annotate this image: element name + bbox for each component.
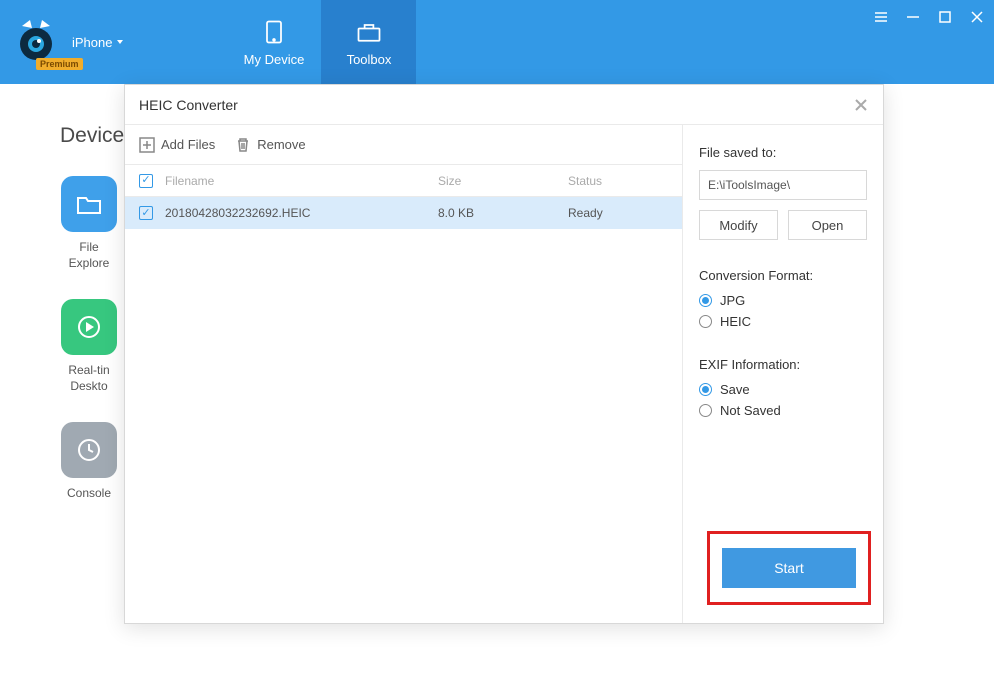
- option-label: HEIC: [720, 314, 751, 329]
- play-icon: [75, 313, 103, 341]
- radio-icon: [699, 404, 712, 417]
- trash-icon: [235, 137, 251, 153]
- settings-panel: File saved to: Modify Open Conversion Fo…: [683, 125, 883, 623]
- saved-to-label: File saved to:: [699, 145, 867, 160]
- column-filename[interactable]: Filename: [165, 174, 438, 188]
- chevron-down-icon: [116, 38, 124, 46]
- select-all-checkbox[interactable]: [139, 174, 153, 188]
- file-list-panel: Add Files Remove Filename Size Status 20…: [125, 125, 683, 623]
- logo-area: Premium iPhone: [0, 0, 136, 84]
- heic-converter-dialog: HEIC Converter Add Files Remove Filename…: [124, 84, 884, 624]
- maximize-icon[interactable]: [936, 8, 954, 26]
- plus-square-icon: [139, 137, 155, 153]
- add-files-button[interactable]: Add Files: [139, 137, 215, 153]
- minimize-icon[interactable]: [904, 8, 922, 26]
- dialog-titlebar: HEIC Converter: [125, 85, 883, 125]
- cell-filename: 20180428032232692.HEIC: [165, 206, 438, 220]
- tab-my-device[interactable]: My Device: [226, 0, 321, 84]
- cell-status: Ready: [568, 206, 668, 220]
- close-icon: [853, 97, 869, 113]
- tool-label: File Explore: [69, 240, 110, 271]
- folder-icon: [75, 190, 103, 218]
- tool-console[interactable]: Console: [60, 422, 118, 502]
- remove-label: Remove: [257, 137, 305, 152]
- radio-icon: [699, 383, 712, 396]
- table-row[interactable]: 20180428032232692.HEIC 8.0 KB Ready: [125, 197, 682, 229]
- exif-option-not-saved[interactable]: Not Saved: [699, 403, 867, 418]
- tool-file-explorer[interactable]: File Explore: [60, 176, 118, 271]
- device-selector[interactable]: iPhone: [72, 35, 124, 50]
- format-option-jpg[interactable]: JPG: [699, 293, 867, 308]
- format-option-heic[interactable]: HEIC: [699, 314, 867, 329]
- exif-section: EXIF Information: Save Not Saved: [699, 357, 867, 418]
- option-label: Save: [720, 382, 750, 397]
- toolbox-icon: [355, 18, 383, 46]
- app-header: Premium iPhone My Device Toolbox: [0, 0, 994, 84]
- save-path-input[interactable]: [699, 170, 867, 200]
- tab-label: My Device: [244, 52, 305, 67]
- dialog-title: HEIC Converter: [139, 97, 238, 113]
- radio-icon: [699, 315, 712, 328]
- tool-realtime-desktop[interactable]: Real-tin Deskto: [60, 299, 118, 394]
- remove-button[interactable]: Remove: [235, 137, 305, 153]
- clock-icon: [75, 436, 103, 464]
- modify-button[interactable]: Modify: [699, 210, 778, 240]
- device-icon: [260, 18, 288, 46]
- tab-label: Toolbox: [347, 52, 392, 67]
- add-files-label: Add Files: [161, 137, 215, 152]
- exif-option-save[interactable]: Save: [699, 382, 867, 397]
- menu-icon[interactable]: [872, 8, 890, 26]
- device-label: iPhone: [72, 35, 112, 50]
- tool-label: Real-tin Deskto: [68, 363, 109, 394]
- premium-badge: Premium: [36, 58, 83, 70]
- dialog-body: Add Files Remove Filename Size Status 20…: [125, 125, 883, 623]
- start-highlight: Start: [707, 531, 871, 605]
- radio-icon: [699, 294, 712, 307]
- nav-tabs: My Device Toolbox: [226, 0, 416, 84]
- column-size[interactable]: Size: [438, 174, 568, 188]
- exif-label: EXIF Information:: [699, 357, 867, 372]
- tool-label: Console: [67, 486, 111, 502]
- column-status[interactable]: Status: [568, 174, 668, 188]
- toolbar: Add Files Remove: [125, 125, 682, 165]
- dialog-close-button[interactable]: [853, 97, 869, 113]
- row-checkbox[interactable]: [139, 206, 153, 220]
- open-button[interactable]: Open: [788, 210, 867, 240]
- cell-size: 8.0 KB: [438, 206, 568, 220]
- tab-toolbox[interactable]: Toolbox: [321, 0, 416, 84]
- start-button[interactable]: Start: [722, 548, 856, 588]
- close-icon[interactable]: [968, 8, 986, 26]
- window-controls: [872, 8, 986, 26]
- table-header: Filename Size Status: [125, 165, 682, 197]
- option-label: JPG: [720, 293, 745, 308]
- format-section: Conversion Format: JPG HEIC: [699, 268, 867, 329]
- format-label: Conversion Format:: [699, 268, 867, 283]
- option-label: Not Saved: [720, 403, 781, 418]
- save-location-section: File saved to: Modify Open: [699, 145, 867, 240]
